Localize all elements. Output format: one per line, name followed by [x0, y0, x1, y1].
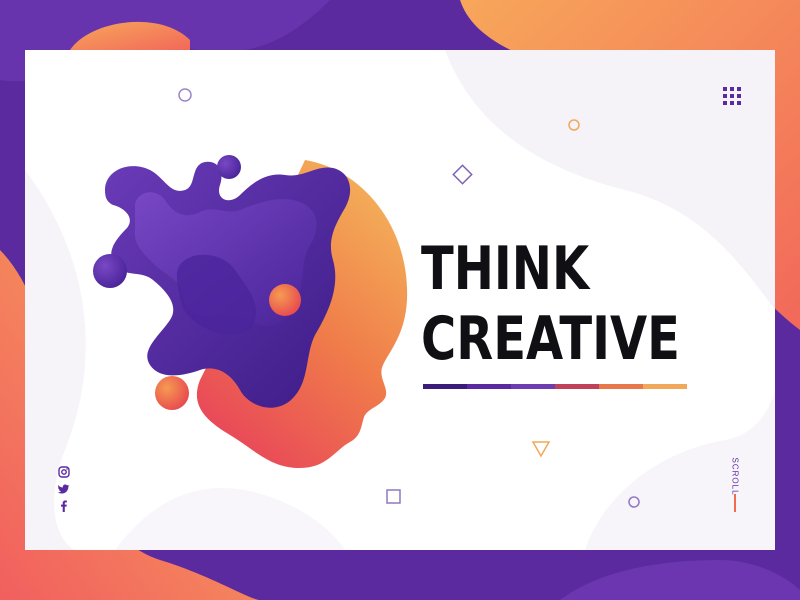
orange-sphere [269, 284, 301, 316]
orange-sphere [155, 376, 189, 410]
purple-sphere [93, 254, 127, 288]
twitter-icon[interactable] [58, 483, 70, 495]
purple-sphere [217, 155, 241, 179]
social-links [57, 466, 71, 512]
grid-menu-icon[interactable] [723, 87, 743, 107]
facebook-icon[interactable] [58, 500, 70, 512]
hero-card: THINK CREATIVE SCROLL [25, 50, 775, 550]
hero-title-line2: CREATIVE [421, 304, 680, 374]
hero-title-line1: THINK [421, 234, 590, 304]
title-underline-bar [423, 384, 687, 389]
scroll-indicator[interactable]: SCROLL [728, 454, 742, 514]
scroll-label: SCROLL [730, 457, 740, 496]
head-illustration [93, 155, 408, 468]
instagram-icon[interactable] [58, 466, 70, 478]
hero-title: THINK CREATIVE [421, 234, 721, 374]
scroll-line [734, 494, 736, 512]
